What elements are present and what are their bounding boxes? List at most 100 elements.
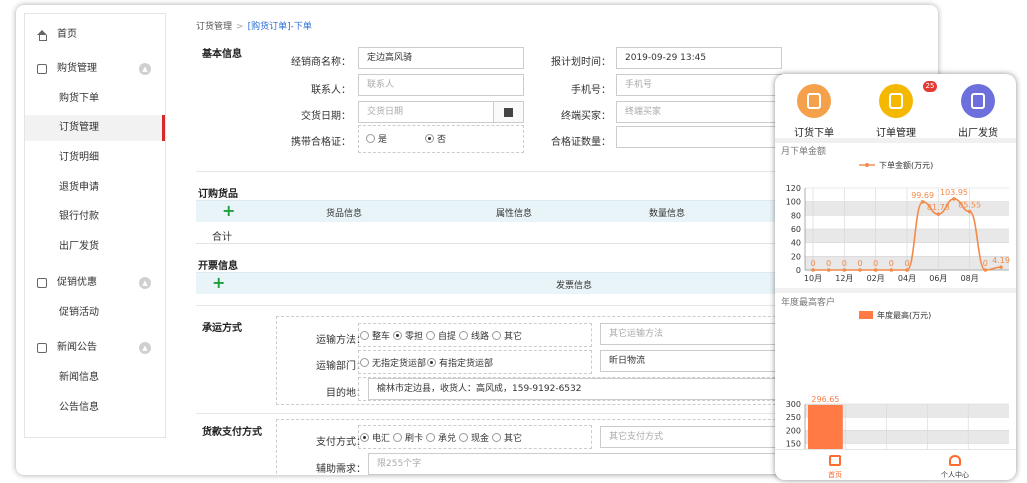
ship-dept-field[interactable]: 昕日物流	[600, 350, 790, 372]
sidebar-item-return[interactable]: 退货申请	[25, 175, 165, 201]
aux-req-field[interactable]: 限255个字	[368, 453, 790, 475]
legend-swatch	[859, 311, 873, 319]
divider	[196, 413, 796, 414]
data-label: 81.73	[927, 203, 950, 212]
ship-method-radio[interactable]: 线路	[459, 329, 489, 342]
data-point	[842, 268, 847, 272]
radio-label: 是	[378, 135, 388, 145]
y-tick-label: 100	[786, 198, 801, 207]
sidebar-item-label: 促销优惠	[57, 277, 97, 288]
cert-count-field[interactable]	[616, 126, 782, 148]
cert-no-radio[interactable]: 否	[425, 132, 446, 145]
data-label: 85.55	[958, 201, 981, 210]
chevron-up-icon[interactable]: ▲	[139, 63, 151, 75]
sidebar-item-order[interactable]: 购货下单	[25, 86, 165, 112]
x-tick-label: 02月	[867, 274, 885, 283]
ship-dept-label: 运输部门：	[316, 361, 366, 372]
sidebar-group-promo[interactable]: 促销优惠 ▲	[25, 270, 165, 296]
sidebar-item-home[interactable]: 首页	[25, 22, 165, 48]
ship-method-radio[interactable]: 零担	[393, 329, 423, 342]
section-title-goods: 订购货品	[198, 189, 238, 200]
x-tick-label: 12月	[835, 274, 853, 283]
sidebar-item-order-detail[interactable]: 订货明细	[25, 145, 165, 171]
pay-method-radio[interactable]: 承兑	[426, 431, 456, 444]
list-icon[interactable]	[961, 84, 995, 118]
chevron-up-icon[interactable]: ▲	[139, 342, 151, 354]
cert-yes-radio[interactable]: 是	[366, 132, 387, 145]
clipboard-glyph	[889, 93, 903, 109]
divider	[196, 171, 796, 172]
sidebar-item-label: 促销活动	[59, 307, 99, 318]
pay-method-radio[interactable]: 其它	[492, 431, 522, 444]
add-icon[interactable]: +	[212, 275, 225, 291]
tab-profile[interactable]: 个人中心	[895, 450, 1015, 480]
contact-field[interactable]: 联系人	[358, 74, 524, 96]
sidebar-item-label: 银行付款	[59, 211, 99, 222]
y-tick-label: 60	[791, 225, 801, 234]
order-icon[interactable]	[797, 84, 831, 118]
breadcrumb-root[interactable]: 订货管理	[196, 22, 232, 32]
destination-label: 目的地：	[326, 388, 366, 399]
data-point	[905, 268, 909, 272]
clipboard-icon	[37, 278, 47, 288]
data-point	[967, 209, 972, 214]
sidebar-group-purchase[interactable]: 购货管理 ▲	[25, 56, 165, 82]
radio-label: 线路	[471, 332, 490, 342]
plan-time-field[interactable]: 2019-09-29 13:45	[616, 47, 782, 69]
dealer-field[interactable]: 定边高风骑	[358, 47, 524, 69]
data-point	[936, 212, 941, 216]
ship-other-field[interactable]: 其它运输方法	[600, 323, 790, 345]
dealer-label: 经销商名称：	[291, 57, 351, 68]
buyer-field[interactable]: 终端买家	[616, 101, 782, 123]
data-label: 0	[810, 259, 815, 268]
sidebar-item-bank-payment[interactable]: 银行付款	[25, 204, 165, 230]
add-icon[interactable]: +	[222, 203, 235, 219]
ship-method-radio[interactable]: 整车	[360, 329, 390, 342]
col-attr-info: 属性信息	[496, 209, 533, 219]
top-customer-chart: 050100150200250300296.6577.040.570.490.0…	[786, 310, 1009, 449]
radio-label: 否	[437, 135, 447, 145]
chevron-up-icon[interactable]: ▲	[139, 277, 151, 289]
data-point	[952, 197, 956, 201]
radio-icon	[393, 331, 402, 340]
ship-method-radio[interactable]: 其它	[492, 329, 522, 342]
sidebar-item-label: 公告信息	[59, 402, 99, 413]
phone-field[interactable]: 手机号	[616, 74, 782, 96]
sidebar-item-shipping[interactable]: 出厂发货	[25, 234, 165, 260]
y-tick-label: 80	[791, 211, 801, 220]
sidebar-item-news-info[interactable]: 新闻信息	[25, 365, 165, 391]
list-glyph	[971, 93, 985, 109]
data-point	[811, 268, 815, 272]
sidebar-item-order-manage[interactable]: 订货管理	[25, 115, 165, 141]
pay-method-radio[interactable]: 电汇	[360, 431, 390, 444]
sidebar-item-notice-info[interactable]: 公告信息	[25, 395, 165, 421]
ship-method-radio[interactable]: 自提	[426, 329, 456, 342]
radio-icon	[366, 134, 375, 143]
col-qty-info: 数量信息	[649, 209, 686, 219]
pay-other-field[interactable]: 其它支付方式	[600, 426, 790, 448]
pay-method-radio[interactable]: 刷卡	[393, 431, 423, 444]
radio-label: 其它	[504, 332, 523, 342]
ship-dept-radio[interactable]: 无指定货运部	[360, 356, 426, 369]
tab-home[interactable]: 首页	[775, 450, 895, 480]
invoice-table-header: + 发票信息	[196, 272, 796, 294]
mobile-preview: 订货下单 订单管理 25 出厂发货 月下单金额 0 20 40 60 80 100 120 1…	[775, 74, 1016, 480]
radio-label: 承兑	[438, 434, 457, 444]
data-label: 103.95	[940, 188, 968, 197]
section-title-basic: 基本信息	[202, 49, 242, 60]
y-tick-label: 20	[791, 252, 801, 261]
sidebar-item-promo-activity[interactable]: 促销活动	[25, 300, 165, 326]
radio-label: 现金	[471, 434, 490, 444]
pay-method-radio[interactable]: 现金	[459, 431, 489, 444]
clipboard-icon[interactable]	[879, 84, 913, 118]
icon-label-order: 订货下单	[794, 128, 834, 139]
divider	[196, 305, 796, 306]
calendar-icon[interactable]	[494, 101, 524, 123]
ship-dept-radio[interactable]: 有指定货运部	[427, 356, 493, 369]
delivery-date-field[interactable]: 交货日期	[358, 101, 494, 123]
radio-label: 零担	[405, 332, 424, 342]
sidebar-group-news[interactable]: 新闻公告 ▲	[25, 335, 165, 361]
goods-total-row: 合计 数	[196, 226, 800, 244]
tab-bar: 首页 个人中心	[775, 449, 1016, 480]
destination-field[interactable]: 榆林市定边县，收货人：高风成，159-9192-6532	[368, 378, 790, 400]
